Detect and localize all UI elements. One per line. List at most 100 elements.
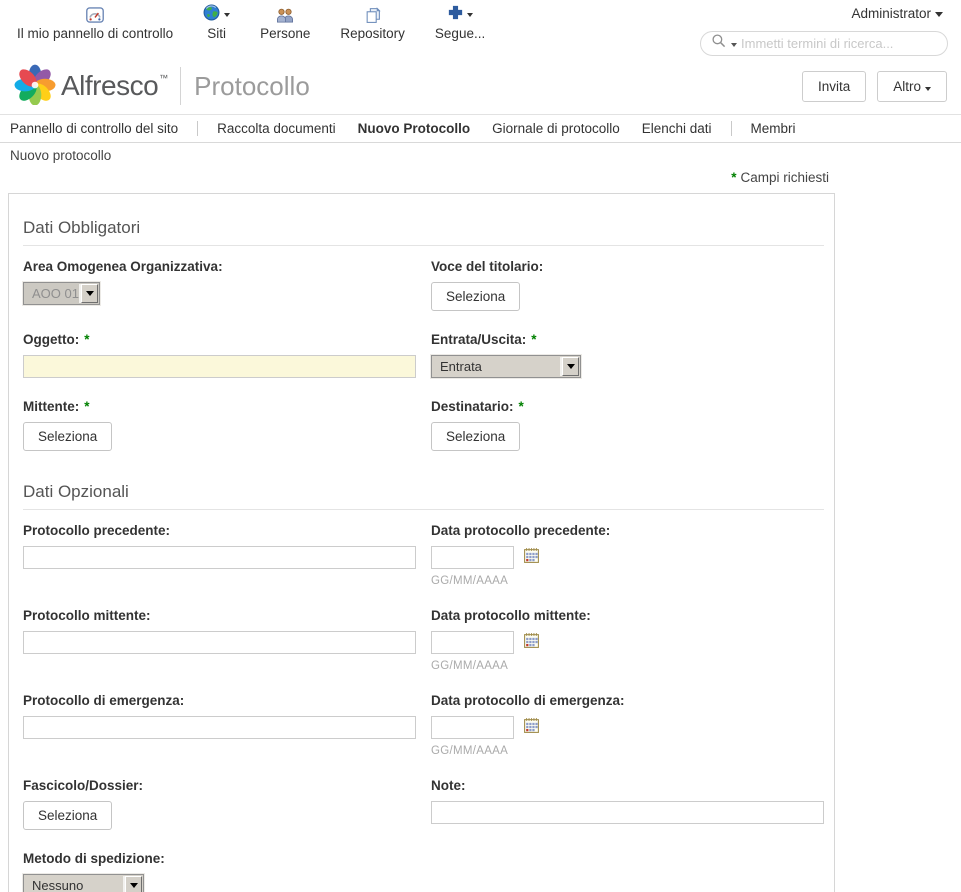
required-star-icon: *: [518, 399, 524, 414]
required-fields-legend: * Campi richiesti: [731, 170, 829, 185]
tab-elenchi-dati[interactable]: Elenchi dati: [631, 121, 723, 136]
repository-icon: [364, 4, 382, 26]
protocollo-mittente-label: Protocollo mittente:: [23, 608, 151, 623]
date-format-hint: GG/MM/AAAA: [431, 745, 509, 757]
entrata-uscita-label: Entrata/Uscita:: [431, 332, 527, 347]
data-protocollo-precedente-label: Data protocollo precedente:: [431, 523, 611, 538]
dropdown-arrow-icon[interactable]: [81, 284, 98, 303]
calendar-icon[interactable]: [523, 717, 540, 739]
dropdown-arrow-icon[interactable]: [125, 876, 142, 892]
tab-document-library[interactable]: Raccolta documenti: [206, 121, 347, 136]
toolbar-repository-label: Repository: [340, 26, 405, 41]
toolbar-following-menu[interactable]: Segue...: [435, 4, 485, 41]
tab-nuovo-protocollo[interactable]: Nuovo Protocollo: [347, 121, 482, 136]
field-protocollo-precedente: Protocollo precedente:: [23, 523, 431, 569]
nav-divider: [197, 121, 199, 136]
protocollo-precedente-label: Protocollo precedente:: [23, 523, 171, 538]
search-caret-icon[interactable]: [731, 43, 737, 50]
data-protocollo-mittente-label: Data protocollo mittente:: [431, 608, 591, 623]
section-dati-opzionali: Dati Opzionali: [23, 482, 824, 510]
protocollo-mittente-input[interactable]: [23, 631, 416, 654]
follow-plus-icon: [448, 5, 463, 25]
app-toolbar: Il mio pannello di controllo Siti Person…: [0, 0, 961, 58]
note-input[interactable]: [431, 801, 824, 824]
title-bar: Alfresco ™ Protocollo Invita Altro: [0, 58, 961, 115]
search-input[interactable]: [741, 36, 937, 51]
field-entrata-uscita: Entrata/Uscita: * Entrata: [431, 332, 824, 378]
site-nav: Pannello di controllo del sito Raccolta …: [0, 115, 961, 143]
voce-titolario-seleziona-button[interactable]: Seleziona: [431, 282, 521, 311]
toolbar-repository[interactable]: Repository: [340, 4, 405, 41]
site-title: Protocollo: [194, 70, 310, 101]
title-actions: Invita Altro: [801, 70, 947, 102]
logo-divider: [180, 67, 182, 105]
field-fascicolo-dossier: Fascicolo/Dossier: Seleziona: [23, 778, 431, 830]
page-title: Nuovo protocollo: [10, 148, 112, 163]
alfresco-flower-icon: [14, 63, 56, 110]
protocol-form: Dati Obbligatori Area Omogenea Organizza…: [8, 193, 835, 892]
calendar-icon[interactable]: [523, 547, 540, 569]
user-menu-label: Administrator: [851, 6, 931, 21]
search-icon[interactable]: [711, 33, 727, 54]
search-box: [700, 31, 948, 56]
toolbar-my-dashboard[interactable]: Il mio pannello di controllo: [17, 4, 173, 41]
date-format-hint: GG/MM/AAAA: [431, 660, 509, 672]
nav-divider: [730, 121, 732, 136]
toolbar-sites-label: Siti: [207, 26, 226, 41]
metodo-spedizione-label: Metodo di spedizione:: [23, 851, 165, 866]
fascicolo-seleziona-button[interactable]: Seleziona: [23, 801, 113, 830]
dropdown-arrow-icon[interactable]: [562, 357, 579, 376]
dashboard-icon: [86, 4, 104, 26]
tab-site-dashboard[interactable]: Pannello di controllo del sito: [10, 121, 189, 136]
oggetto-input[interactable]: [23, 355, 416, 378]
following-caret-icon: [466, 13, 473, 20]
field-metodo-spedizione: Metodo di spedizione: Nessuno: [23, 851, 431, 892]
note-label: Note:: [431, 778, 466, 793]
field-voce-titolario: Voce del titolario: Seleziona: [431, 259, 824, 311]
people-icon: [275, 4, 295, 26]
metodo-spedizione-select[interactable]: Nessuno: [23, 874, 144, 892]
destinatario-seleziona-button[interactable]: Seleziona: [431, 422, 521, 451]
sites-globe-icon: [203, 4, 220, 26]
sites-caret-icon: [224, 13, 231, 20]
tab-membri[interactable]: Membri: [740, 121, 807, 136]
toolbar-sites-menu[interactable]: Siti: [203, 4, 231, 41]
user-menu-caret-icon: [935, 12, 943, 21]
data-protocollo-emergenza-label: Data protocollo di emergenza:: [431, 693, 625, 708]
tab-giornale-protocollo[interactable]: Giornale di protocollo: [481, 121, 631, 136]
section-dati-obbligatori: Dati Obbligatori: [23, 218, 824, 246]
field-data-protocollo-mittente: Data protocollo mittente: GG/MM/AAAA: [431, 608, 824, 672]
toolbar-people-label: Persone: [260, 26, 311, 41]
date-format-hint: GG/MM/AAAA: [431, 575, 509, 587]
required-star-icon: *: [531, 332, 537, 347]
aoo-select[interactable]: AOO 01: [23, 282, 100, 305]
mittente-label: Mittente:: [23, 399, 80, 414]
oggetto-label: Oggetto:: [23, 332, 80, 347]
field-mittente: Mittente: * Seleziona: [23, 399, 431, 451]
fascicolo-dossier-label: Fascicolo/Dossier:: [23, 778, 144, 793]
toolbar-people[interactable]: Persone: [260, 4, 310, 41]
more-button[interactable]: Altro: [877, 70, 947, 102]
field-data-protocollo-emergenza: Data protocollo di emergenza: GG/MM/AAAA: [431, 693, 824, 757]
field-oggetto: Oggetto: *: [23, 332, 431, 378]
data-protocollo-precedente-input[interactable]: [431, 546, 514, 569]
alfresco-logo: Alfresco ™: [14, 63, 168, 110]
field-data-protocollo-precedente: Data protocollo precedente: GG/MM/AAAA: [431, 523, 824, 587]
entrata-uscita-select[interactable]: Entrata: [431, 355, 581, 378]
calendar-icon[interactable]: [523, 632, 540, 654]
alfresco-brand-text: Alfresco: [61, 70, 159, 101]
protocollo-emergenza-input[interactable]: [23, 716, 416, 739]
field-note: Note:: [431, 778, 824, 824]
user-menu[interactable]: Administrator: [851, 6, 943, 21]
protocollo-precedente-input[interactable]: [23, 546, 416, 569]
mittente-seleziona-button[interactable]: Seleziona: [23, 422, 113, 451]
field-protocollo-mittente: Protocollo mittente:: [23, 608, 431, 654]
more-caret-icon: [925, 86, 931, 94]
data-protocollo-mittente-input[interactable]: [431, 631, 514, 654]
invite-button[interactable]: Invita: [801, 70, 867, 102]
required-star-icon: *: [84, 399, 90, 414]
field-destinatario: Destinatario: * Seleziona: [431, 399, 824, 451]
field-protocollo-emergenza: Protocollo di emergenza:: [23, 693, 431, 739]
data-protocollo-emergenza-input[interactable]: [431, 716, 514, 739]
voce-titolario-label: Voce del titolario:: [431, 259, 544, 274]
